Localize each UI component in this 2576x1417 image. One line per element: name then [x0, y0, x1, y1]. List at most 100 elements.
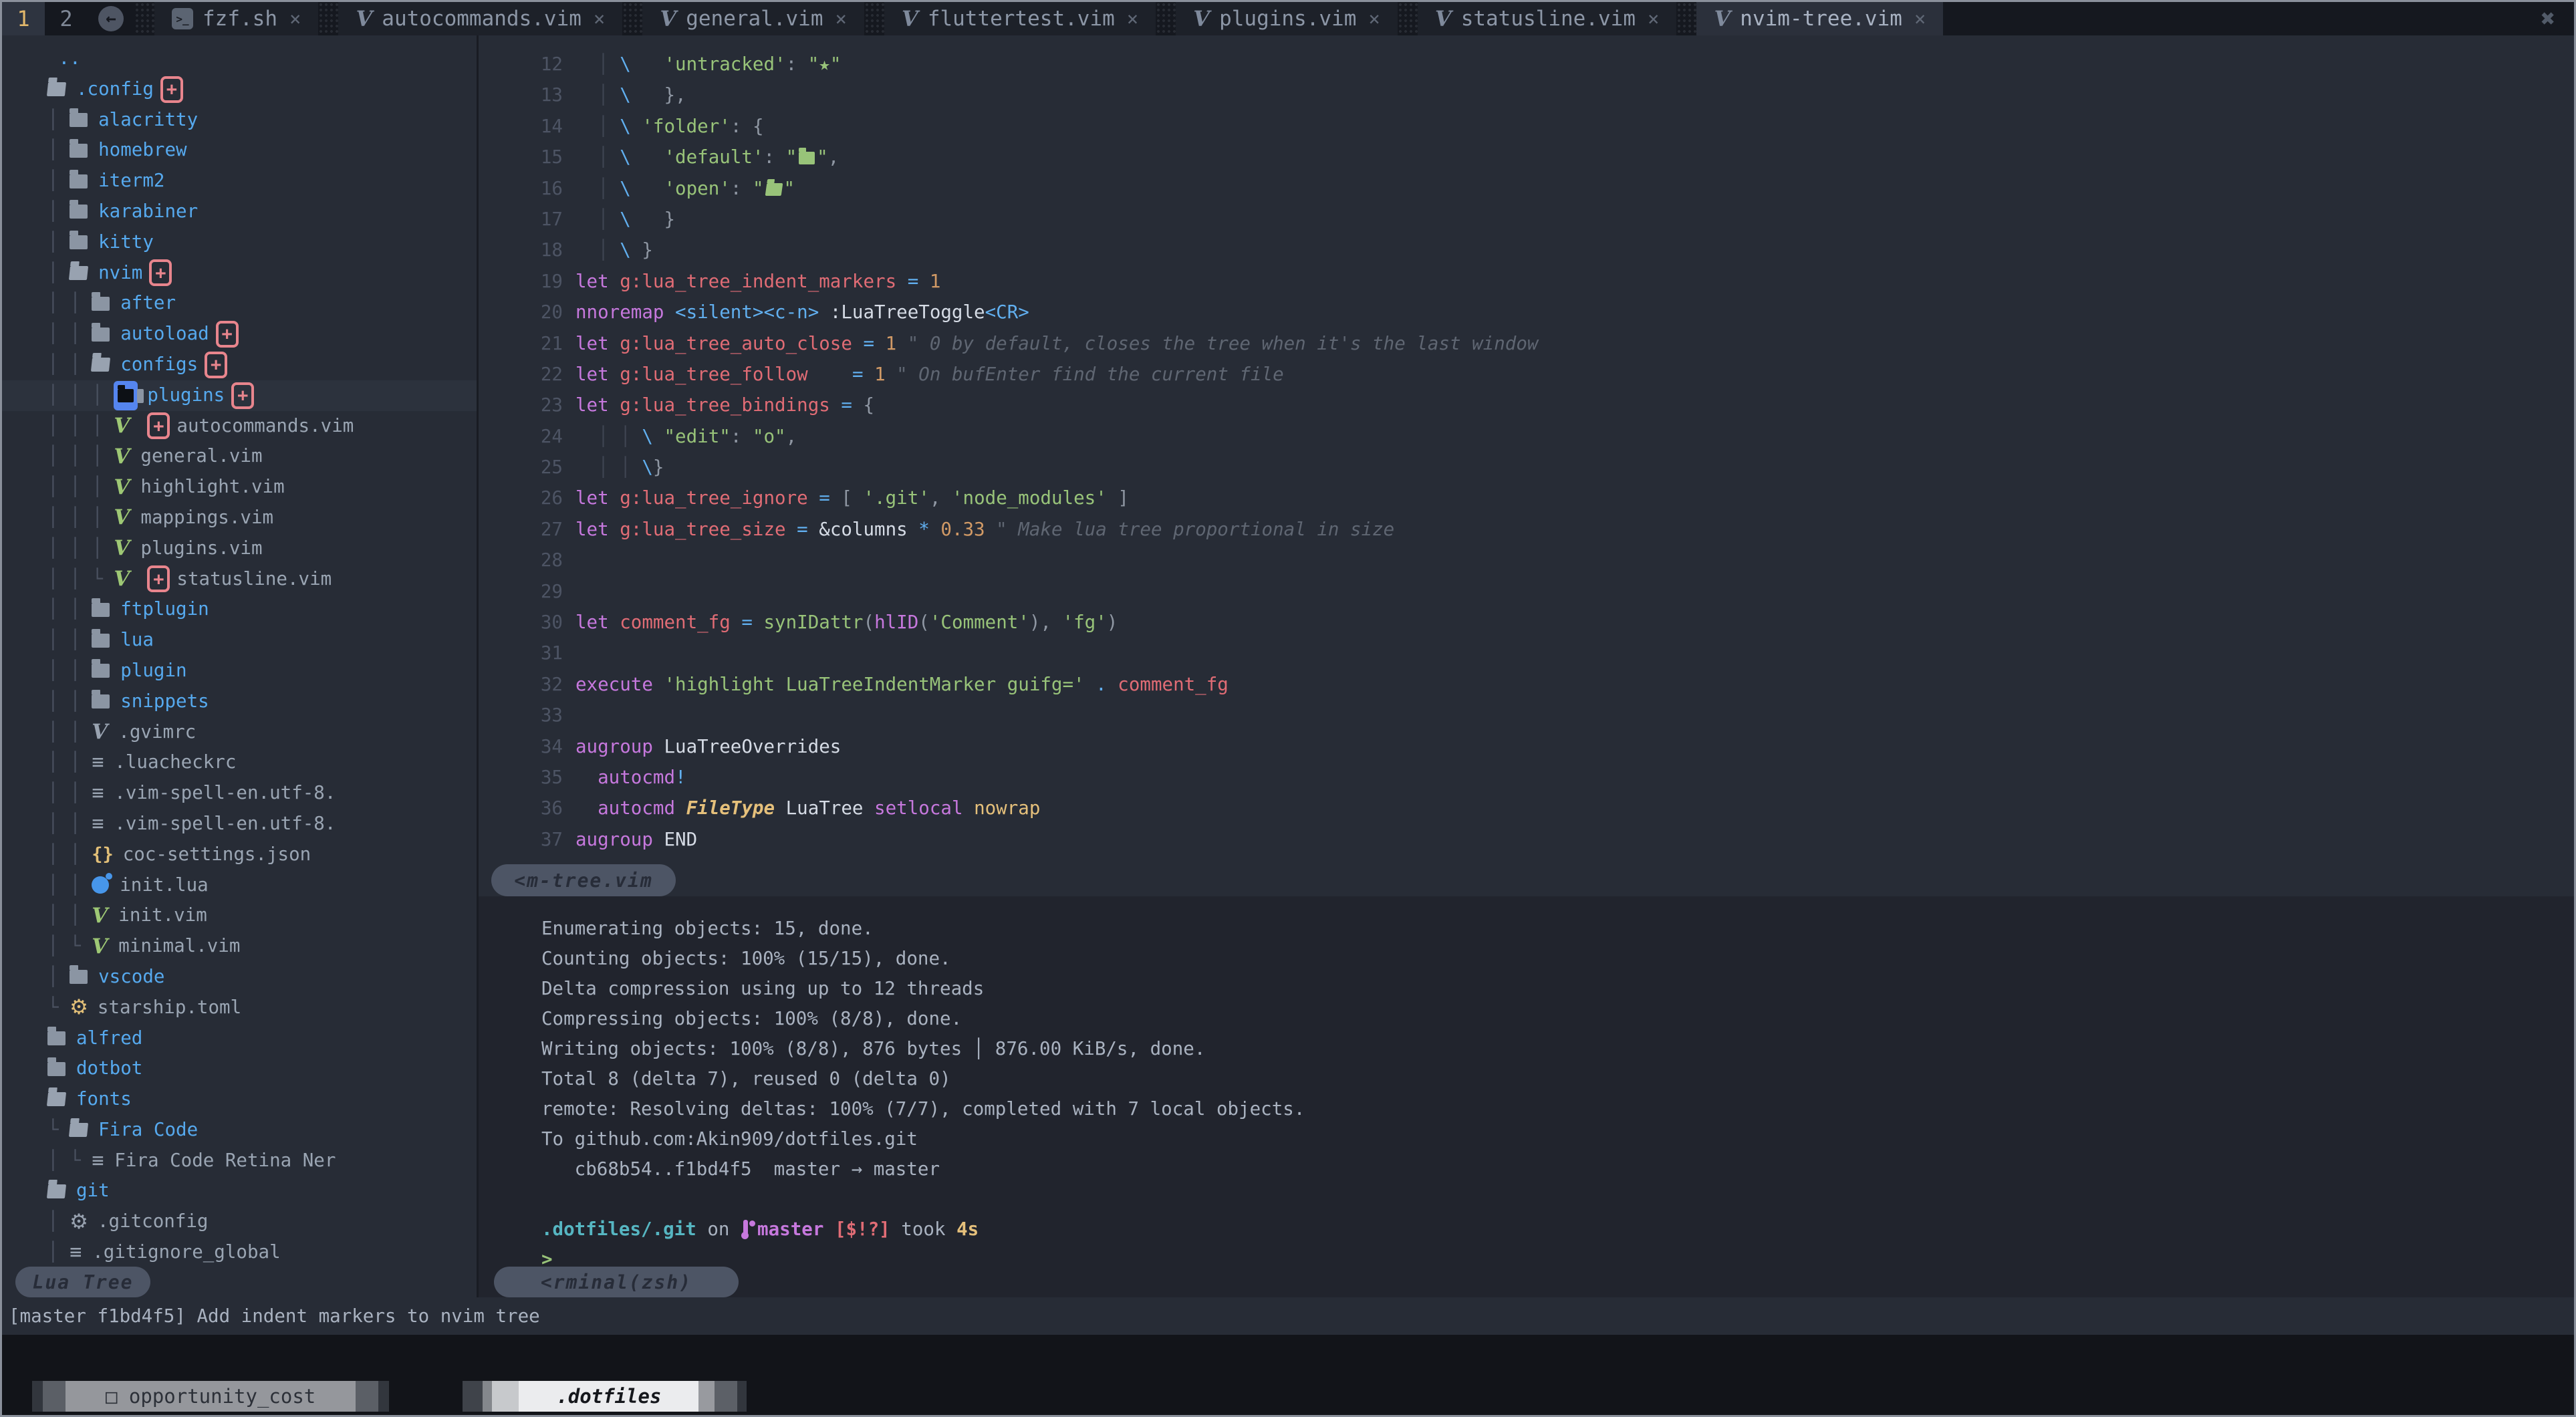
- tree-item-snippets[interactable]: │ │ snippets: [2, 686, 477, 717]
- code-line[interactable]: 35 autocmd!: [479, 762, 2574, 793]
- tree-item-dotbot[interactable]: dotbot: [2, 1053, 477, 1084]
- code-line[interactable]: 33: [479, 700, 2574, 731]
- workspace-1[interactable]: 1: [2, 2, 45, 35]
- code-line[interactable]: 26let g:lua_tree_ignore = [ '.git', 'nod…: [479, 483, 2574, 513]
- tab-close-icon[interactable]: ×: [289, 7, 301, 30]
- code-token: g:lua_tree_indent_markers: [620, 271, 896, 292]
- code-line[interactable]: 30let comment_fg = synIDattr(hlID('Comme…: [479, 607, 2574, 638]
- tree-item-statusline.vim[interactable]: │ │ └ V+statusline.vim: [2, 564, 477, 595]
- tree-item-autocommands.vim[interactable]: │ │ │ V+autocommands.vim: [2, 411, 477, 442]
- code-line[interactable]: 18 │ \ }: [479, 235, 2574, 265]
- code-line[interactable]: 22let g:lua_tree_follow = 1 " On bufEnte…: [479, 359, 2574, 390]
- tree-item-iterm2[interactable]: │ iterm2: [2, 166, 477, 197]
- tree-item-ftplugin[interactable]: │ │ ftplugin: [2, 594, 477, 625]
- code-line[interactable]: 21let g:lua_tree_auto_close = 1 " 0 by d…: [479, 328, 2574, 359]
- tree-item-.gitignore-global[interactable]: │ ≡.gitignore_global: [2, 1237, 477, 1268]
- tree-item-minimal.vim[interactable]: │ └ Vminimal.vim: [2, 931, 477, 962]
- tree-item-homebrew[interactable]: │ homebrew: [2, 135, 477, 166]
- tree-indent-guides: │ │ │: [47, 411, 114, 442]
- code-line[interactable]: 34augroup LuaTreeOverrides: [479, 731, 2574, 762]
- tab-close-icon[interactable]: ×: [1914, 7, 1926, 30]
- tree-item-.vim-spell-en.utf-8.[interactable]: │ │ ≡.vim-spell-en.utf-8.: [2, 778, 477, 809]
- code-token: let: [575, 612, 620, 633]
- code-line[interactable]: 32execute 'highlight LuaTreeIndentMarker…: [479, 669, 2574, 700]
- tree-item-autoload[interactable]: │ │ autoload+: [2, 319, 477, 350]
- code-line[interactable]: 20nnoremap <silent><c-n> :LuaTreeToggle<…: [479, 297, 2574, 328]
- code-line[interactable]: 23let g:lua_tree_bindings = {: [479, 390, 2574, 420]
- tab-close-icon[interactable]: ×: [1368, 7, 1380, 30]
- code-line[interactable]: 19let g:lua_tree_indent_markers = 1: [479, 266, 2574, 297]
- tree-item-highlight.vim[interactable]: │ │ │ Vhighlight.vim: [2, 472, 477, 503]
- editor-buffer[interactable]: 12 │ \ 'untracked': "★"13 │ \ },14 │ \ '…: [479, 35, 2574, 910]
- tree-item-plugins.vim[interactable]: │ │ │ Vplugins.vim: [2, 533, 477, 564]
- tab-nvim-tree.vim[interactable]: Vnvim-tree.vim×: [1696, 2, 1943, 35]
- tree-item-.vim-spell-en.utf-8.[interactable]: │ │ ≡.vim-spell-en.utf-8.: [2, 809, 477, 840]
- tree-item-git[interactable]: git: [2, 1176, 477, 1206]
- tree-item-configs[interactable]: │ │ configs+: [2, 350, 477, 380]
- tab-fluttertest.vim[interactable]: Vfluttertest.vim×: [884, 2, 1156, 35]
- tab-autocommands.vim[interactable]: Vautocommands.vim×: [338, 2, 622, 35]
- code-line[interactable]: 12 │ \ 'untracked': "★": [479, 49, 2574, 80]
- terminal-line: .dotfiles/.git on master [$!?] took 4s: [541, 1214, 2574, 1245]
- tree-item-alfred[interactable]: alfred: [2, 1023, 477, 1054]
- code-line[interactable]: 31: [479, 638, 2574, 668]
- tree-indent-guides: │: [47, 135, 70, 166]
- code-line[interactable]: 24 │ │ \ "edit": "o",: [479, 421, 2574, 452]
- tree-item-init.lua[interactable]: │ │ init.lua: [2, 870, 477, 901]
- tree-item-after[interactable]: │ │ after: [2, 288, 477, 319]
- tab-label: nvim-tree.vim: [1740, 7, 1902, 31]
- tab-general.vim[interactable]: Vgeneral.vim×: [642, 2, 864, 35]
- tree-item-plugins[interactable]: │ │ │ plugins+: [2, 380, 477, 411]
- tree-item-label: .gitignore_global: [92, 1237, 280, 1268]
- tab-statusline.vim[interactable]: Vstatusline.vim×: [1418, 2, 1677, 35]
- tab-close-icon[interactable]: ×: [1127, 7, 1138, 30]
- tree-item-general.vim[interactable]: │ │ │ Vgeneral.vim: [2, 441, 477, 472]
- tree-item-vscode[interactable]: │ vscode: [2, 962, 477, 993]
- tree-item-.gitconfig[interactable]: │ ⚙.gitconfig: [2, 1206, 477, 1237]
- tab-close-icon[interactable]: ×: [594, 7, 605, 30]
- back-arrow-icon[interactable]: ←: [98, 6, 124, 31]
- tab-close-icon[interactable]: ×: [1648, 7, 1659, 30]
- tree-item-starship.toml[interactable]: └ ⚙starship.toml: [2, 993, 477, 1023]
- tmux-window-2[interactable]: .dotfiles: [463, 1381, 747, 1412]
- tree-item-nvim[interactable]: │ nvim+: [2, 258, 477, 289]
- code-line[interactable]: 17 │ \ }: [479, 204, 2574, 235]
- code-line[interactable]: 14 │ \ 'folder': {: [479, 111, 2574, 142]
- tree-item-karabiner[interactable]: │ karabiner: [2, 197, 477, 227]
- code-line[interactable]: 15 │ \ 'default': "",: [479, 142, 2574, 172]
- code-line[interactable]: 28: [479, 545, 2574, 575]
- tree-item-init.vim[interactable]: │ │ Vinit.vim: [2, 900, 477, 931]
- tree-item-lua[interactable]: │ │ lua: [2, 625, 477, 656]
- terminal-pane[interactable]: Enumerating objects: 15, done.Counting o…: [479, 896, 2574, 1315]
- tree-item-..[interactable]: ..: [2, 43, 477, 74]
- tree-item-coc-settings.json[interactable]: │ │ {}coc-settings.json: [2, 840, 477, 870]
- code-line[interactable]: 29: [479, 576, 2574, 607]
- tree-item-Fira-Code-Retina-Ner[interactable]: │ └ ≡Fira Code Retina Ner: [2, 1146, 477, 1176]
- tree-item-.gvimrc[interactable]: │ │ V.gvimrc: [2, 717, 477, 748]
- tree-item-label: general.vim: [140, 441, 262, 472]
- code-token: =: [808, 487, 842, 509]
- code-token: .dotfiles/.git: [541, 1218, 696, 1240]
- line-number: 33: [479, 700, 563, 731]
- tree-item-.config[interactable]: .config+: [2, 74, 477, 105]
- tree-item-Fira-Code[interactable]: └ Fira Code: [2, 1115, 477, 1146]
- tree-item-kitty[interactable]: │ kitty: [2, 227, 477, 258]
- tmux-window-1[interactable]: □ opportunity_cost: [32, 1381, 389, 1412]
- code-line[interactable]: 27let g:lua_tree_size = &columns * 0.33 …: [479, 514, 2574, 545]
- code-line[interactable]: 37augroup END: [479, 824, 2574, 855]
- tab-fzf.sh[interactable]: >_fzf.sh×: [154, 2, 318, 35]
- tab-plugins.vim[interactable]: Vplugins.vim×: [1176, 2, 1398, 35]
- tree-item-.luacheckrc[interactable]: │ │ ≡.luacheckrc: [2, 747, 477, 778]
- tree-item-alacritty[interactable]: │ alacritty: [2, 105, 477, 136]
- tree-item-mappings.vim[interactable]: │ │ │ Vmappings.vim: [2, 503, 477, 533]
- code-line[interactable]: 36 autocmd FileType LuaTree setlocal now…: [479, 793, 2574, 823]
- close-all-icon[interactable]: ✖: [2541, 2, 2574, 35]
- workspace-2[interactable]: 2: [45, 2, 88, 35]
- code-line[interactable]: 13 │ \ },: [479, 80, 2574, 110]
- code-line[interactable]: 25 │ │ \}: [479, 452, 2574, 483]
- code-token: \: [620, 116, 631, 137]
- tab-close-icon[interactable]: ×: [835, 7, 847, 30]
- code-line[interactable]: 16 │ \ 'open': "": [479, 173, 2574, 204]
- tree-item-plugin[interactable]: │ │ plugin: [2, 656, 477, 686]
- tree-item-fonts[interactable]: fonts: [2, 1084, 477, 1115]
